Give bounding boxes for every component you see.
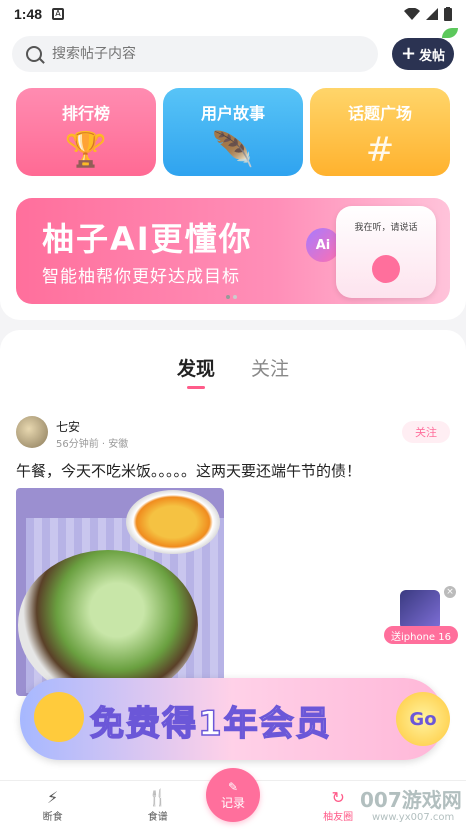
post-button[interactable]: + 发帖 — [392, 38, 454, 70]
nav-label: 食谱 — [147, 812, 168, 823]
nav-label: 断食 — [42, 812, 63, 823]
ai-banner[interactable]: 柚子AI更懂你 智能柚帮你更好达成目标 Ai 我在听，请说话 — [16, 198, 450, 304]
nav-item-fasting[interactable]: ⚡ 断食 — [8, 788, 98, 823]
sunglasses-emoji-icon — [34, 692, 84, 742]
carousel-dot — [233, 295, 237, 299]
post-username[interactable]: 七安 — [56, 418, 80, 435]
status-time: 1:48 — [14, 6, 43, 22]
search-input[interactable] — [52, 46, 352, 62]
close-icon[interactable]: × — [444, 586, 456, 598]
avatar[interactable] — [16, 416, 48, 448]
banner-voice-card: 我在听，请说话 — [336, 206, 436, 298]
banner-subtitle: 智能柚帮你更好达成目标 — [42, 267, 240, 287]
status-icons — [404, 7, 452, 21]
nav-label: 柚友圈 — [323, 812, 354, 823]
category-label: 话题广场 — [347, 104, 412, 123]
post-meta: 56分钟前 · 安徽 — [56, 439, 129, 450]
notification-a-icon: A — [52, 8, 65, 20]
watermark: 007游戏网 — [360, 788, 462, 812]
signal-icon — [426, 8, 438, 20]
search-icon — [26, 46, 42, 62]
category-label: 用户故事 — [200, 104, 265, 123]
trophy-icon: 🏆 — [64, 130, 108, 170]
microphone-icon — [372, 255, 400, 283]
post-button-label: 发帖 — [419, 48, 446, 64]
promo-banner[interactable]: 免费得1年会员 Go — [20, 678, 450, 760]
go-button[interactable]: Go — [396, 692, 450, 746]
feed-tabs: 发现 关注 — [0, 354, 466, 381]
search-bar[interactable] — [12, 36, 378, 72]
post-image[interactable] — [16, 488, 224, 696]
iphone-icon — [400, 590, 440, 630]
leaf-decoration-icon — [442, 28, 458, 38]
plus-icon: + — [400, 43, 417, 64]
category-ranking[interactable]: 排行榜 🏆 — [16, 88, 156, 176]
tab-discover[interactable]: 发现 — [177, 354, 215, 381]
ai-badge-icon: Ai — [306, 228, 340, 262]
category-user-stories[interactable]: 用户故事 🪶 — [163, 88, 303, 176]
carousel-dot — [226, 295, 230, 299]
feather-icon: 🪶 — [211, 130, 255, 170]
banner-title: 柚子AI更懂你 — [42, 220, 253, 258]
record-label: 记录 — [220, 795, 245, 810]
soup-bowl — [126, 490, 220, 554]
tab-following[interactable]: 关注 — [251, 354, 289, 381]
post-text[interactable]: 午餐，今天不吃米饭。。。。。这两天要还端午节的债！ — [16, 460, 456, 481]
food-plate — [18, 550, 198, 696]
top-card: + 发帖 排行榜 🏆 用户故事 🪶 话题广场 # 柚子AI更懂你 智能柚帮你更好… — [0, 28, 466, 320]
category-label: 排行榜 — [61, 104, 110, 123]
watermark-url: www.yx007.com — [372, 812, 455, 823]
battery-icon — [444, 7, 452, 21]
float-ad-label: 送iphone 16 — [384, 626, 458, 644]
wifi-icon — [404, 8, 420, 20]
follow-button[interactable]: 关注 — [402, 421, 450, 443]
voice-card-text: 我在听，请说话 — [354, 223, 418, 233]
promo-text: 免费得1年会员 — [89, 703, 332, 745]
hash-icon: # — [365, 130, 395, 170]
record-button[interactable]: ✎ 记录 — [206, 768, 260, 822]
status-bar: 1:48 A — [0, 0, 466, 28]
fork-knife-icon: 🍴 — [147, 788, 168, 807]
category-topic-square[interactable]: 话题广场 # — [310, 88, 450, 176]
carousel-dots — [226, 295, 237, 299]
floating-iphone-ad[interactable]: 送iphone 16 × — [384, 586, 458, 650]
pencil-icon: ✎ — [227, 779, 239, 794]
nav-item-recipes[interactable]: 🍴 食谱 — [113, 788, 203, 823]
lightning-icon: ⚡ — [46, 788, 59, 807]
